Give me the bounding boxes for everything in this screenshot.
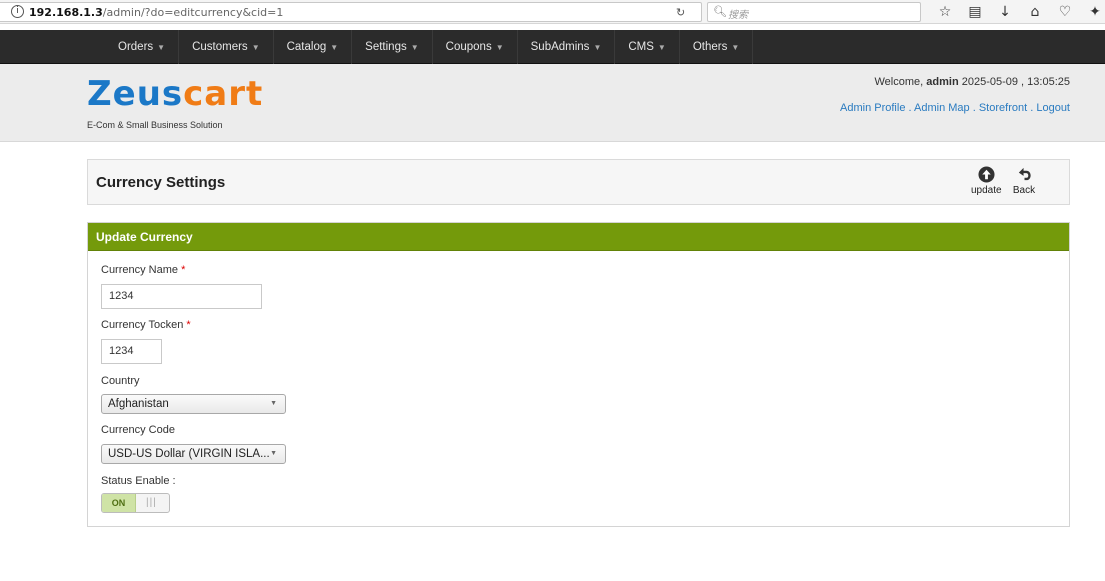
chevron-down-icon: ▼	[251, 43, 260, 52]
currency-code-selected-value: USD-US Dollar (VIRGIN ISLA...	[108, 448, 270, 460]
chevron-down-icon: ▼	[157, 43, 166, 52]
browser-search-input[interactable]: 🔍︎ 搜索	[707, 2, 921, 22]
nav-catalog[interactable]: Catalog ▼	[274, 30, 353, 64]
currency-code-label: Currency Code	[101, 424, 175, 436]
update-currency-panel: Update Currency Currency Name * 1234 Cur…	[87, 222, 1070, 527]
nav-cms[interactable]: CMS ▼	[615, 30, 680, 64]
storefront-link[interactable]: Storefront	[979, 102, 1027, 114]
url-text[interactable]: 192.168.1.3/admin/?do=editcurrency&cid=1	[29, 6, 283, 19]
nav-customers[interactable]: Customers ▼	[179, 30, 274, 64]
reload-icon[interactable]: ↻	[676, 6, 685, 19]
admin-profile-link[interactable]: Admin Profile	[840, 102, 905, 114]
nav-orders[interactable]: Orders ▼	[105, 30, 180, 64]
page-title-panel: Currency Settings update Back	[87, 159, 1070, 205]
admin-map-link[interactable]: Admin Map	[914, 102, 970, 114]
home-icon[interactable]: ⌂	[1020, 2, 1050, 22]
upload-circle-icon	[977, 166, 995, 183]
info-icon[interactable]: i	[11, 5, 24, 18]
logo-tagline: E-Com & Small Business Solution	[87, 120, 223, 130]
search-icon: 🔍︎	[713, 5, 727, 18]
back-label: Back	[1012, 185, 1036, 196]
reading-list-icon[interactable]: ▤	[960, 2, 990, 22]
toggle-on-label: ON	[102, 494, 136, 512]
currency-token-input[interactable]: 1234	[101, 339, 162, 364]
chevron-down-icon: ▼	[410, 43, 419, 52]
admin-nav-menu: Orders ▼ Customers ▼ Catalog ▼ Settings ▼ Co…	[105, 30, 754, 64]
welcome-text: Welcome, admin 2025-05-09 , 13:05:25	[874, 76, 1071, 88]
required-mark: *	[186, 319, 191, 331]
chevron-down-icon: ▼	[330, 43, 339, 52]
panel-heading: Update Currency	[88, 223, 1069, 251]
required-mark: *	[181, 264, 186, 276]
search-placeholder: 搜索	[728, 10, 748, 21]
chevron-down-icon: ▼	[731, 43, 740, 52]
nav-settings[interactable]: Settings ▼	[352, 30, 433, 64]
update-button[interactable]: update	[971, 166, 1002, 196]
admin-links: Admin Profile . Admin Map . Storefront .…	[840, 102, 1070, 114]
undo-arrow-icon	[1018, 167, 1031, 181]
back-button[interactable]: Back	[1009, 166, 1039, 196]
logout-link[interactable]: Logout	[1036, 102, 1070, 114]
currency-code-select[interactable]: USD-US Dollar (VIRGIN ISLA... ▼	[101, 444, 286, 464]
country-selected-value: Afghanistan	[108, 398, 169, 410]
currency-name-label: Currency Name *	[101, 264, 186, 276]
status-toggle[interactable]: ON |||	[101, 493, 170, 513]
country-label: Country	[101, 375, 140, 387]
update-label: update	[971, 185, 1002, 196]
current-datetime: 2025-05-09 , 13:05:25	[961, 76, 1070, 88]
currency-name-input[interactable]: 1234	[101, 284, 262, 309]
dropdown-arrow-icon: ▼	[270, 450, 277, 457]
bookmark-star-icon[interactable]: ☆	[930, 2, 960, 22]
logo-wordmark: Zeuscart	[87, 74, 264, 114]
nav-others[interactable]: Others ▼	[680, 30, 754, 64]
currency-token-label: Currency Tocken *	[101, 319, 191, 331]
zeuscart-logo[interactable]: Zeuscart E-Com & Small Business Solution	[87, 68, 267, 138]
browser-toolbar-icons: ☆ ▤ ↓ ⌂ ♡ ✦	[930, 2, 1105, 22]
dropdown-arrow-icon: ▼	[270, 400, 277, 407]
nav-subadmins[interactable]: SubAdmins ▼	[518, 30, 616, 64]
extension-icon[interactable]: ✦	[1080, 2, 1105, 22]
pocket-icon[interactable]: ♡	[1050, 2, 1080, 22]
status-enable-label: Status Enable :	[101, 475, 176, 487]
toggle-grip-icon: |||	[146, 497, 157, 508]
chevron-down-icon: ▼	[593, 43, 602, 52]
admin-nav-bar: Orders ▼ Customers ▼ Catalog ▼ Settings ▼ Co…	[0, 30, 1105, 64]
nav-coupons[interactable]: Coupons ▼	[433, 30, 518, 64]
chevron-down-icon: ▼	[657, 43, 666, 52]
page-title: Currency Settings	[96, 174, 226, 191]
chevron-down-icon: ▼	[495, 43, 504, 52]
address-bar[interactable]: i 192.168.1.3/admin/?do=editcurrency&cid…	[0, 2, 702, 22]
browser-toolbar: i 192.168.1.3/admin/?do=editcurrency&cid…	[0, 0, 1105, 24]
download-icon[interactable]: ↓	[990, 2, 1020, 22]
site-header: Zeuscart E-Com & Small Business Solution…	[0, 64, 1105, 142]
country-select[interactable]: Afghanistan ▼	[101, 394, 286, 414]
